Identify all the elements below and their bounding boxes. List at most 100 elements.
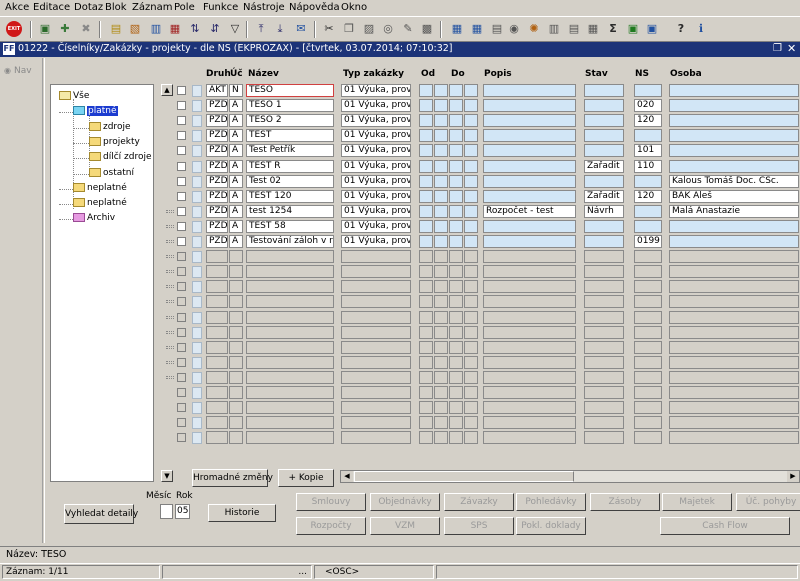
attach-icon[interactable]: ⤓ bbox=[273, 22, 287, 36]
cell-uc[interactable]: A bbox=[229, 159, 243, 173]
cell-nazev[interactable]: TESO 2 bbox=[246, 114, 334, 128]
cell-typ[interactable]: 01 Výuka, provoz bbox=[341, 219, 411, 233]
cell-do2[interactable] bbox=[464, 219, 478, 233]
cell-typ[interactable]: 01 Výuka, provoz bbox=[341, 235, 411, 248]
cell-typ[interactable] bbox=[341, 295, 411, 309]
cell-od[interactable] bbox=[419, 189, 433, 203]
tree-node[interactable]: neplatné bbox=[73, 182, 127, 196]
cell-typ[interactable] bbox=[341, 355, 411, 369]
row-indicator[interactable] bbox=[177, 252, 186, 262]
cell-stav[interactable]: Návrh bbox=[584, 204, 624, 218]
execute-query-icon[interactable]: ▥ bbox=[149, 22, 163, 36]
cell-do2[interactable] bbox=[464, 280, 478, 294]
related-button[interactable]: Pohledávky bbox=[516, 493, 586, 511]
tree-node[interactable]: Vše bbox=[59, 91, 89, 104]
cell-do2[interactable] bbox=[464, 310, 478, 324]
table-icon[interactable]: ▦ bbox=[450, 22, 464, 36]
cell-typ[interactable]: 01 Výuka, provoz bbox=[341, 159, 411, 173]
cell-stav[interactable] bbox=[584, 235, 624, 248]
cell-typ[interactable]: 01 Výuka, provoz bbox=[341, 144, 411, 158]
scroll-down-icon[interactable]: ▼ bbox=[161, 470, 173, 482]
cell-od[interactable] bbox=[419, 144, 433, 158]
cell-uc[interactable] bbox=[229, 340, 243, 354]
cell-od[interactable] bbox=[419, 325, 433, 339]
cell-uc[interactable]: A bbox=[229, 174, 243, 188]
cell-nazev[interactable] bbox=[246, 280, 334, 294]
cell-stav[interactable] bbox=[584, 416, 624, 430]
cell-stav[interactable] bbox=[584, 265, 624, 279]
row-indicator[interactable] bbox=[177, 101, 186, 111]
first-record-icon[interactable]: ⇅ bbox=[188, 22, 202, 36]
cell-od2[interactable] bbox=[434, 280, 448, 294]
next-record-icon[interactable]: ⤒ bbox=[254, 22, 268, 36]
cell-nazev[interactable] bbox=[246, 416, 334, 430]
cell-popis[interactable] bbox=[483, 219, 576, 233]
cell-osoba[interactable] bbox=[669, 325, 799, 339]
list-icon[interactable]: ▤ bbox=[567, 22, 581, 36]
cell-uc[interactable] bbox=[229, 416, 243, 430]
cell-od2[interactable] bbox=[434, 144, 448, 158]
cell-druh[interactable]: PZD bbox=[206, 235, 228, 248]
globe-icon[interactable]: ◉ bbox=[507, 22, 521, 36]
cell-popis[interactable] bbox=[483, 295, 576, 309]
cell-od2[interactable] bbox=[434, 235, 448, 248]
cell-nazev[interactable] bbox=[246, 295, 334, 309]
query-icon[interactable]: ▧ bbox=[128, 22, 142, 36]
cell-od2[interactable] bbox=[434, 431, 448, 445]
cell-uc[interactable] bbox=[229, 386, 243, 399]
paste-icon[interactable]: ▨ bbox=[362, 22, 376, 36]
cell-osoba[interactable] bbox=[669, 129, 799, 143]
row-indicator[interactable] bbox=[177, 146, 186, 156]
row-indicator[interactable] bbox=[177, 418, 186, 428]
cell-do2[interactable] bbox=[464, 370, 478, 384]
cell-od2[interactable] bbox=[434, 204, 448, 218]
cell-stav[interactable] bbox=[584, 174, 624, 188]
cell-druh[interactable] bbox=[206, 340, 228, 354]
row-indicator[interactable] bbox=[177, 357, 186, 367]
cell-od2[interactable] bbox=[434, 355, 448, 369]
cell-druh[interactable]: PZD bbox=[206, 174, 228, 188]
sum-icon[interactable]: Σ bbox=[606, 22, 620, 36]
cell-popis[interactable] bbox=[483, 340, 576, 354]
cell-nazev[interactable] bbox=[246, 325, 334, 339]
cell-typ[interactable]: 01 Výuka, provoz bbox=[341, 114, 411, 128]
row-indicator[interactable] bbox=[177, 221, 186, 231]
cell-do2[interactable] bbox=[464, 265, 478, 279]
cell-typ[interactable] bbox=[341, 325, 411, 339]
cell-do[interactable] bbox=[449, 325, 463, 339]
cell-od[interactable] bbox=[419, 355, 433, 369]
cell-do[interactable] bbox=[449, 189, 463, 203]
cell-od2[interactable] bbox=[434, 325, 448, 339]
cell-od[interactable] bbox=[419, 280, 433, 294]
cell-uc[interactable] bbox=[229, 265, 243, 279]
cell-typ[interactable] bbox=[341, 280, 411, 294]
cell-osoba[interactable] bbox=[669, 219, 799, 233]
cell-od[interactable] bbox=[419, 159, 433, 173]
cell-druh[interactable] bbox=[206, 295, 228, 309]
cell-do2[interactable] bbox=[464, 189, 478, 203]
cell-osoba[interactable]: Kalous Tomáš Doc. CSc. bbox=[669, 174, 799, 188]
menu-blok[interactable]: Blok bbox=[105, 2, 127, 13]
cell-od[interactable] bbox=[419, 235, 433, 248]
cell-nazev[interactable] bbox=[246, 355, 334, 369]
cell-od[interactable] bbox=[419, 114, 433, 128]
cell-od2[interactable] bbox=[434, 189, 448, 203]
cell-do[interactable] bbox=[449, 174, 463, 188]
cell-od2[interactable] bbox=[434, 99, 448, 113]
cell-popis[interactable] bbox=[483, 416, 576, 430]
cell-druh[interactable] bbox=[206, 401, 228, 415]
cell-do2[interactable] bbox=[464, 235, 478, 248]
cell-osoba[interactable] bbox=[669, 84, 799, 97]
cell-osoba[interactable] bbox=[669, 159, 799, 173]
cell-od2[interactable] bbox=[434, 265, 448, 279]
row-indicator[interactable] bbox=[177, 206, 186, 216]
cell-do[interactable] bbox=[449, 401, 463, 415]
cell-od2[interactable] bbox=[434, 84, 448, 97]
cell-typ[interactable] bbox=[341, 265, 411, 279]
row-indicator[interactable] bbox=[177, 131, 186, 141]
row-indicator[interactable] bbox=[177, 403, 186, 413]
copy-button[interactable]: + Kopie bbox=[278, 469, 334, 487]
related-button[interactable]: Smlouvy bbox=[296, 493, 366, 511]
scroll-left-icon[interactable]: ◀ bbox=[341, 471, 353, 482]
cell-ns[interactable]: 0199 bbox=[634, 235, 662, 248]
